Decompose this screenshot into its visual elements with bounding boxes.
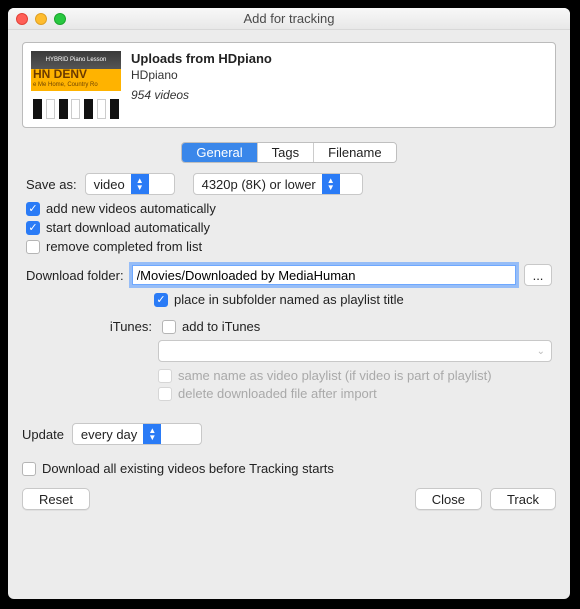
chevron-updown-icon: ▲▼ [143,424,161,444]
close-window-icon[interactable] [16,13,28,25]
playlist-count: 954 videos [131,88,272,102]
delete-after-label: delete downloaded file after import [178,386,377,401]
save-as-select[interactable]: video ▲▼ [85,173,175,195]
general-panel: Save as: video ▲▼ 4320p (8K) or lower ▲▼… [22,173,556,409]
download-folder-label: Download folder: [26,268,124,283]
start-download-checkbox[interactable]: ✓ [26,221,40,235]
playlist-title: Uploads from HDpiano [131,51,272,66]
remove-completed-checkbox[interactable] [26,240,40,254]
thumb-piano-icon [31,91,121,119]
add-new-label: add new videos automatically [46,201,216,216]
save-as-label: Save as: [26,177,77,192]
reset-button[interactable]: Reset [22,488,90,510]
itunes-label: iTunes: [26,319,154,334]
update-select[interactable]: every day ▲▼ [72,423,202,445]
add-itunes-checkbox[interactable] [162,320,176,334]
minimize-window-icon[interactable] [35,13,47,25]
playlist-author: HDpiano [131,68,272,82]
chevron-updown-icon: ▲▼ [322,174,340,194]
download-existing-checkbox[interactable] [22,462,36,476]
dialog-window: Add for tracking HYBRID Piano Lesson HN … [8,8,570,599]
playlist-card: HYBRID Piano Lesson HN DENV e Me Home, C… [22,42,556,128]
itunes-playlist-select[interactable]: ⌄ [158,340,552,362]
window-title: Add for tracking [243,11,334,26]
add-new-checkbox[interactable]: ✓ [26,202,40,216]
tab-tags[interactable]: Tags [258,143,314,162]
thumb-top-label: HYBRID Piano Lesson [31,51,121,69]
same-name-label: same name as video playlist (if video is… [178,368,492,383]
subfolder-label: place in subfolder named as playlist tit… [174,292,404,307]
titlebar: Add for tracking [8,8,570,30]
chevron-updown-icon: ▲▼ [131,174,149,194]
tab-general[interactable]: General [182,143,257,162]
add-itunes-label: add to iTunes [182,319,260,334]
content-area: HYBRID Piano Lesson HN DENV e Me Home, C… [8,30,570,599]
close-button[interactable]: Close [415,488,482,510]
subfolder-checkbox[interactable]: ✓ [154,293,168,307]
tab-bar: General Tags Filename [181,142,396,163]
traffic-lights [16,13,66,25]
same-name-checkbox [158,369,172,383]
start-download-label: start download automatically [46,220,210,235]
tab-filename[interactable]: Filename [314,143,395,162]
delete-after-checkbox [158,387,172,401]
zoom-window-icon[interactable] [54,13,66,25]
remove-completed-label: remove completed from list [46,239,202,254]
download-folder-input[interactable] [132,265,516,285]
playlist-thumbnail: HYBRID Piano Lesson HN DENV e Me Home, C… [31,51,121,119]
thumb-sub-label: e Me Home, Country Ro [31,82,121,91]
track-button[interactable]: Track [490,488,556,510]
chevron-down-icon: ⌄ [537,346,545,357]
browse-folder-button[interactable]: ... [524,264,552,286]
download-existing-label: Download all existing videos before Trac… [42,461,334,476]
update-label: Update [22,427,64,442]
quality-select[interactable]: 4320p (8K) or lower ▲▼ [193,173,363,195]
